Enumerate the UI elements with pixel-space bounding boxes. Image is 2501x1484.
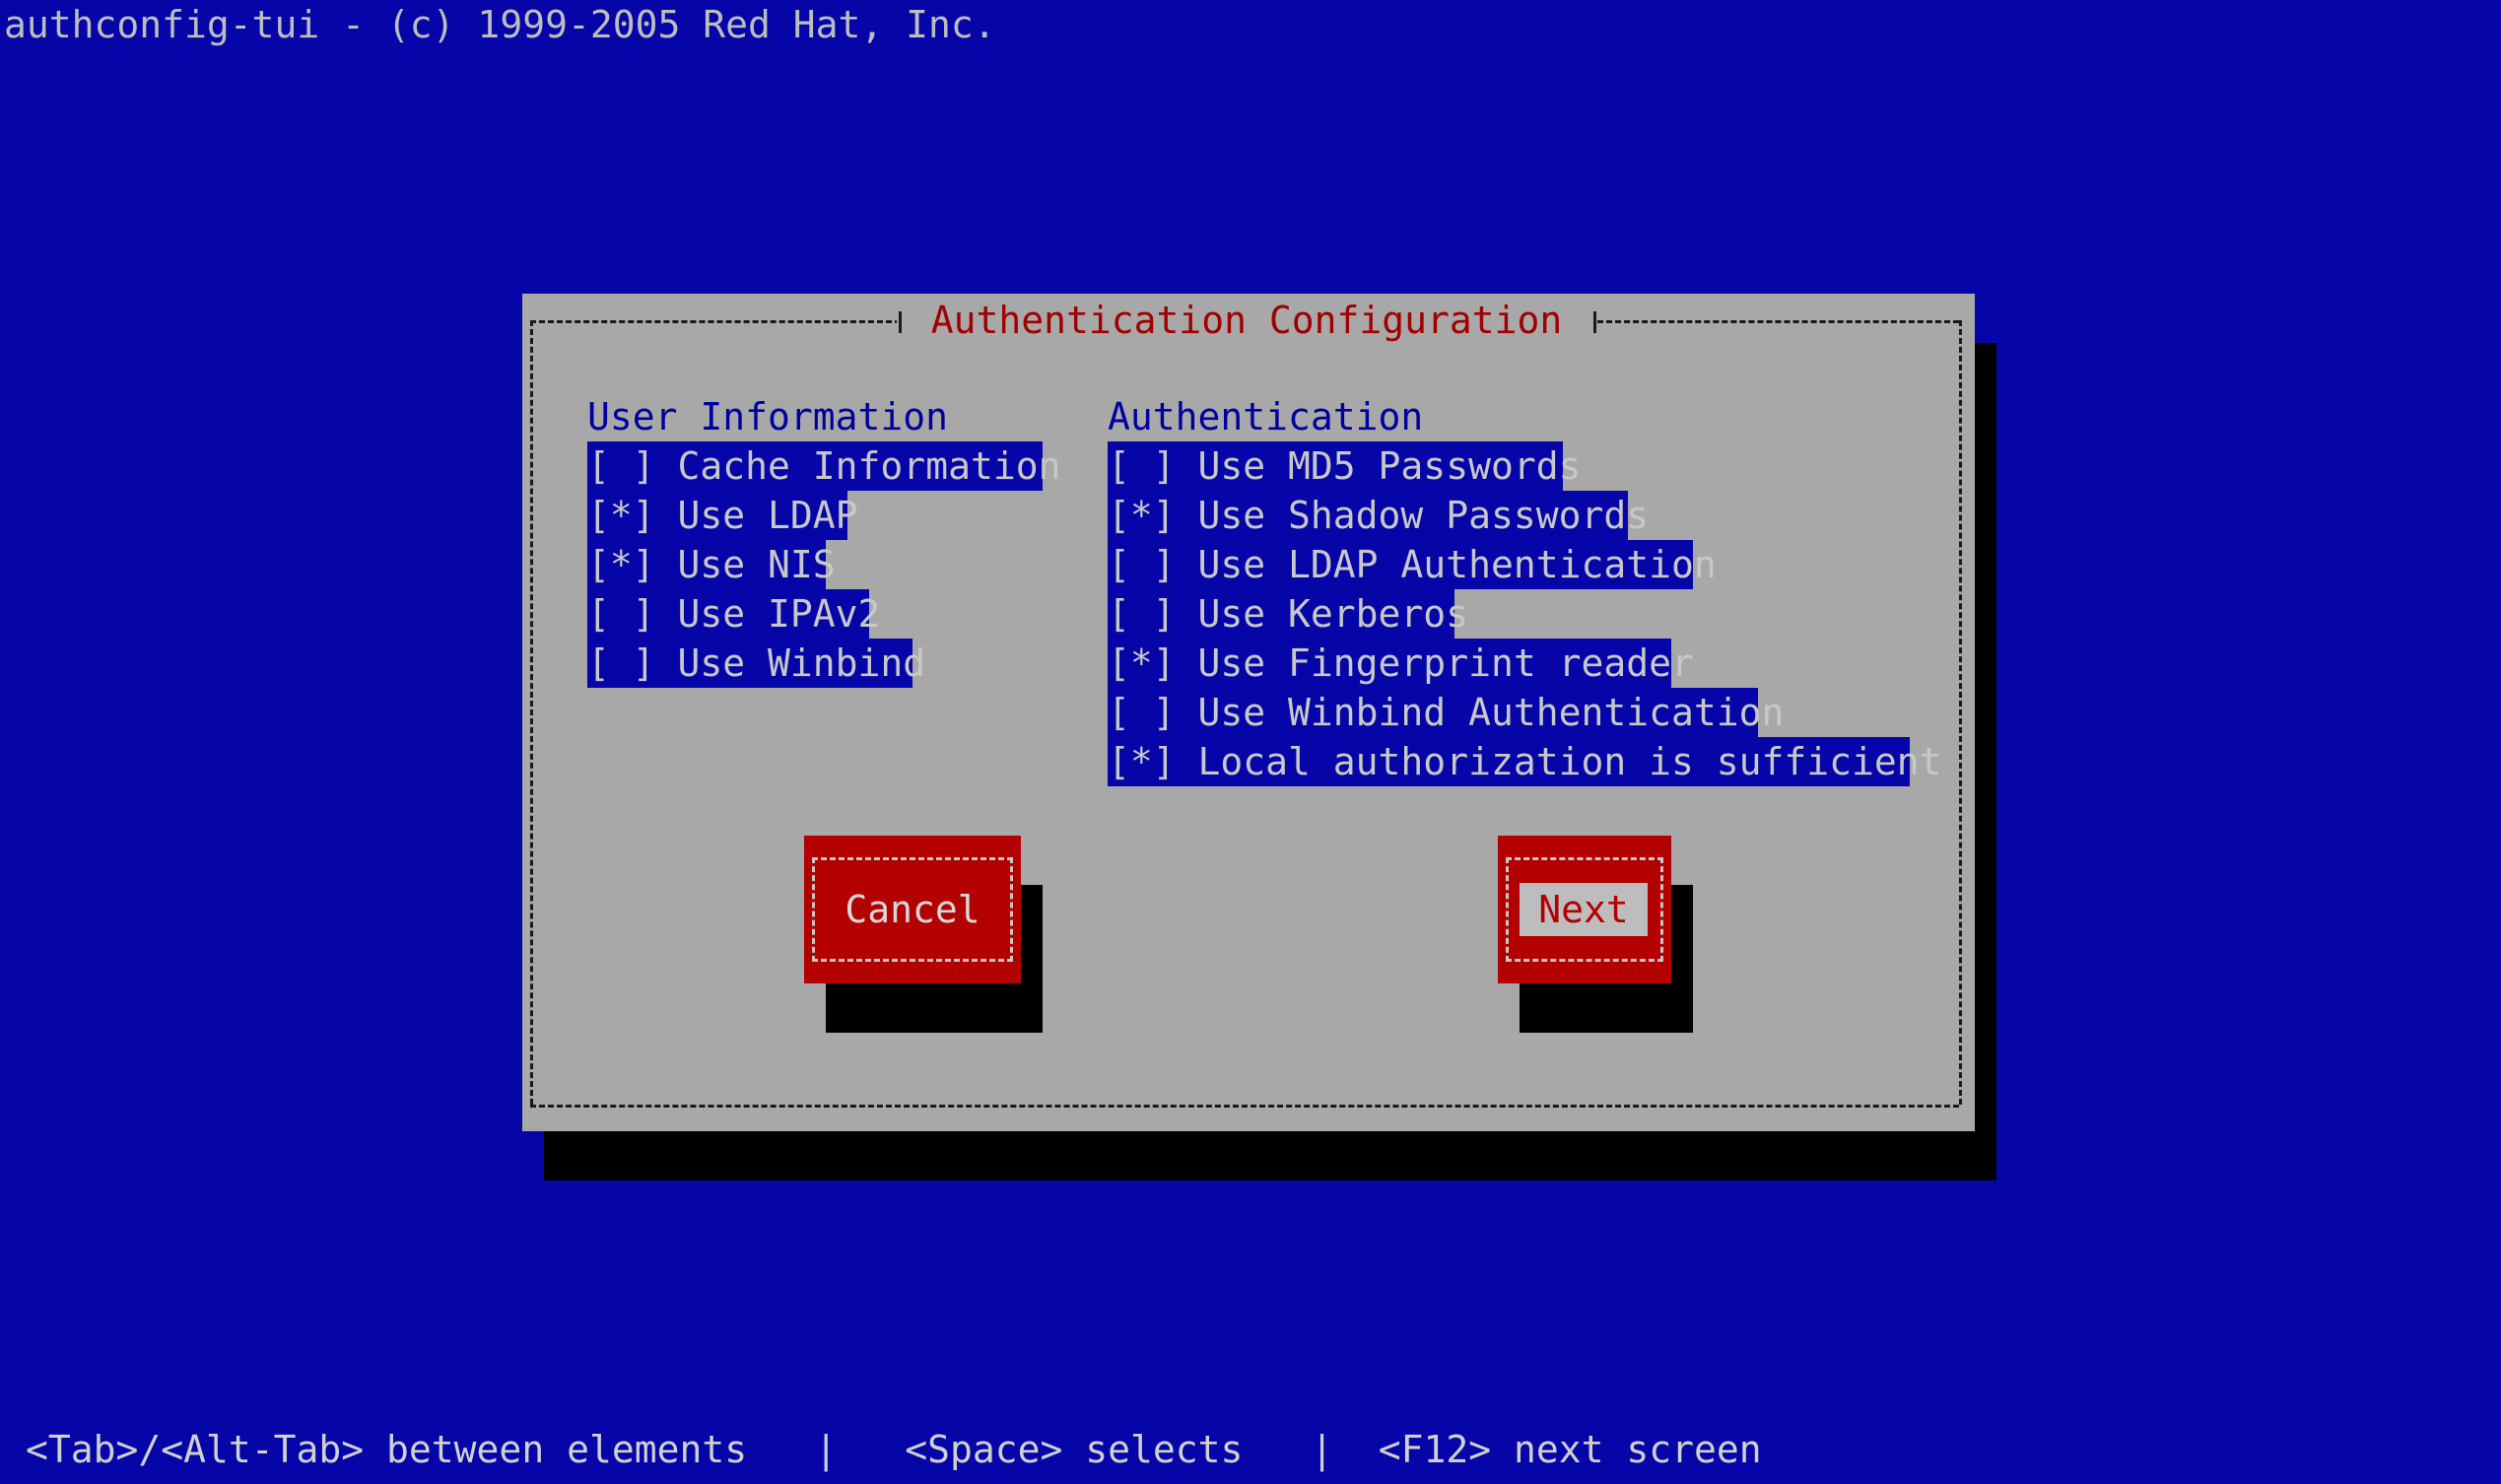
checkbox-label: Cache Information xyxy=(677,444,1061,488)
checkbox-cache-information[interactable]: [ ] Cache Information xyxy=(587,441,1060,491)
checkbox-mark: [ ] xyxy=(1108,691,1176,734)
authentication-heading: Authentication xyxy=(1108,395,1424,438)
checkbox-mark: [ ] xyxy=(587,592,655,636)
checkbox-label: Use LDAP xyxy=(677,494,858,537)
checkbox-label: Use Shadow Passwords xyxy=(1197,494,1650,537)
next-button-label: Next xyxy=(1520,883,1648,936)
checkbox-label: Use LDAP Authentication xyxy=(1197,543,1717,586)
checkbox-mark: [*] xyxy=(1108,740,1176,783)
checkbox-mark: [*] xyxy=(587,494,655,537)
checkbox-mark: [ ] xyxy=(1108,444,1176,488)
checkbox-label: Use MD5 Passwords xyxy=(1197,444,1582,488)
checkbox-label: Use NIS xyxy=(677,543,836,586)
checkbox-use-fingerprint-reader[interactable]: [*] Use Fingerprint reader xyxy=(1108,639,1694,688)
checkbox-mark: [*] xyxy=(1108,494,1176,537)
checkbox-label: Local authorization is sufficient xyxy=(1197,740,1942,783)
checkbox-label: Use Fingerprint reader xyxy=(1197,641,1694,685)
dialog-title: Authentication Configuration xyxy=(930,299,1563,342)
checkbox-use-shadow-passwords[interactable]: [*] Use Shadow Passwords xyxy=(1108,491,1649,540)
checkbox-use-ldap[interactable]: [*] Use LDAP xyxy=(587,491,858,540)
title-tick-right xyxy=(1593,311,1596,333)
checkbox-mark: [ ] xyxy=(1108,543,1176,586)
title-tick-left xyxy=(899,311,902,333)
footer-separator: | xyxy=(1311,1428,1333,1471)
checkbox-mark: [ ] xyxy=(587,444,655,488)
footer-hint-tab: <Tab>/<Alt-Tab> between elements xyxy=(26,1428,748,1471)
user-info-heading: User Information xyxy=(587,395,949,438)
footer-hint-f12: <F12> next screen xyxy=(1378,1428,1762,1471)
footer-separator: | xyxy=(814,1428,838,1471)
checkbox-use-winbind[interactable]: [ ] Use Winbind xyxy=(587,639,925,688)
cancel-button[interactable]: Cancel xyxy=(804,836,1021,983)
checkbox-local-authorization-sufficient[interactable]: [*] Local authorization is sufficient xyxy=(1108,737,1942,786)
checkbox-use-ipav2[interactable]: [ ] Use IPAv2 xyxy=(587,589,880,639)
auth-config-dialog: Authentication Configuration User Inform… xyxy=(522,294,1975,1131)
checkbox-mark: [*] xyxy=(587,543,655,586)
checkbox-label: Use Winbind xyxy=(677,641,926,685)
checkbox-use-md5-passwords[interactable]: [ ] Use MD5 Passwords xyxy=(1108,441,1581,491)
checkbox-use-ldap-authentication[interactable]: [ ] Use LDAP Authentication xyxy=(1108,540,1717,589)
cancel-button-label: Cancel xyxy=(845,888,980,931)
next-button[interactable]: Next xyxy=(1498,836,1671,983)
checkbox-label: Use Winbind Authentication xyxy=(1197,691,1785,734)
checkbox-use-winbind-authentication[interactable]: [ ] Use Winbind Authentication xyxy=(1108,688,1784,737)
frame-right xyxy=(1959,320,1962,1105)
checkbox-mark: [ ] xyxy=(1108,592,1176,636)
frame-bottom xyxy=(530,1105,1959,1108)
checkbox-label: Use IPAv2 xyxy=(677,592,881,636)
checkbox-mark: [ ] xyxy=(587,641,655,685)
footer-hint-space: <Space> selects xyxy=(905,1428,1244,1471)
checkbox-label: Use Kerberos xyxy=(1197,592,1469,636)
checkbox-mark: [*] xyxy=(1108,641,1176,685)
app-header: authconfig-tui - (c) 1999-2005 Red Hat, … xyxy=(4,3,996,46)
frame-left xyxy=(530,320,533,1105)
footer-help: <Tab>/<Alt-Tab> between elements | <Spac… xyxy=(26,1425,1762,1474)
checkbox-use-nis[interactable]: [*] Use NIS xyxy=(587,540,836,589)
checkbox-use-kerberos[interactable]: [ ] Use Kerberos xyxy=(1108,589,1468,639)
dialog-title-box: Authentication Configuration xyxy=(897,296,1596,345)
